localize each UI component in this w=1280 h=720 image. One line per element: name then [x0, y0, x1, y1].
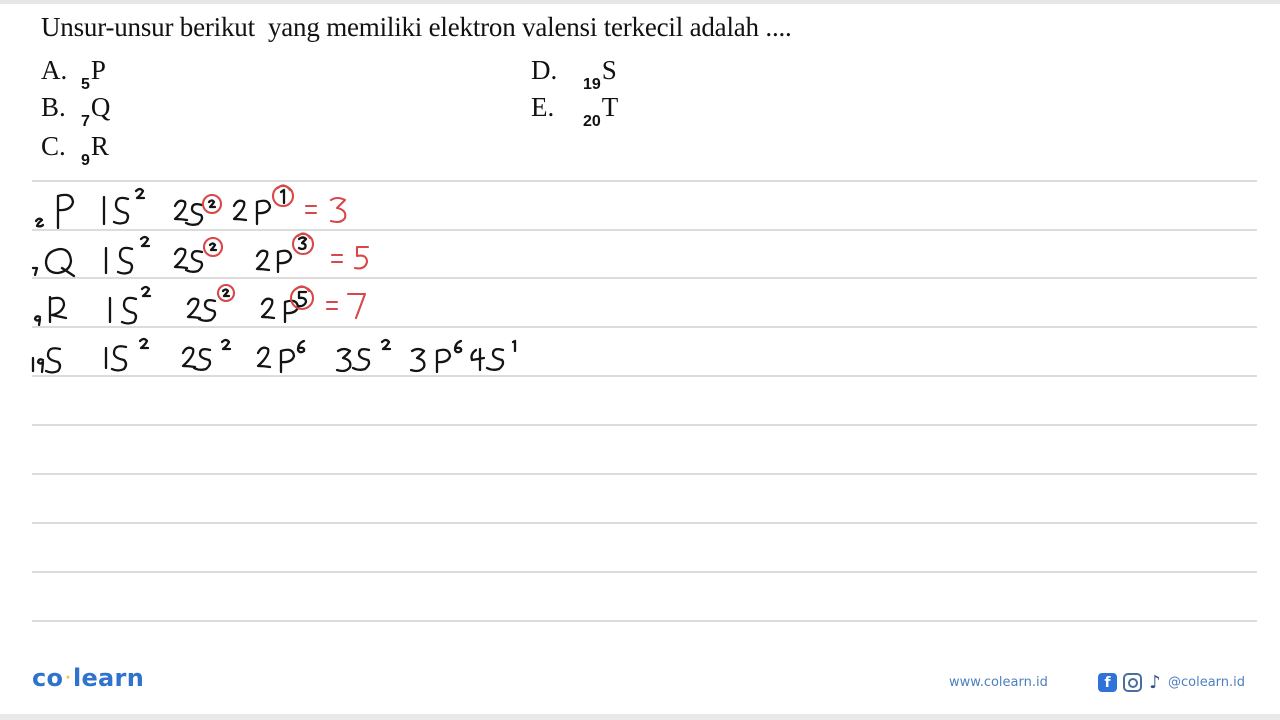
hw-result-7	[346, 292, 367, 320]
hw-sup-5	[296, 290, 308, 308]
hw-sup-2	[208, 242, 218, 252]
hw-sup-1	[511, 339, 517, 353]
logo-text-learn: learn	[72, 664, 145, 692]
hw-s	[120, 296, 138, 325]
hw-sup-2	[140, 285, 152, 298]
hw-sup-2	[220, 338, 232, 351]
hw-s	[184, 202, 204, 226]
hw-p	[255, 199, 272, 226]
hw-sup-2	[221, 288, 231, 298]
hw-2	[260, 297, 276, 320]
hw-letter-P	[56, 193, 75, 230]
hw-p	[279, 348, 296, 374]
hw-subscript-7	[31, 266, 39, 277]
hw-4	[470, 347, 486, 372]
hw-sup-2	[207, 199, 217, 209]
hw-p	[435, 348, 452, 374]
hw-2	[256, 346, 272, 369]
hw-p	[276, 249, 293, 274]
social-links: f ♪ @colearn.id	[1098, 672, 1245, 693]
instagram-icon[interactable]	[1123, 673, 1142, 692]
hw-s	[485, 347, 505, 371]
hw-sup-2	[139, 235, 151, 248]
hw-sup-6	[296, 339, 306, 354]
handwritten-row-s	[31, 337, 517, 374]
hw-subscript-5	[34, 217, 45, 228]
hw-2	[173, 247, 189, 270]
hw-equals	[325, 300, 339, 311]
facebook-icon[interactable]: f	[1098, 673, 1117, 692]
hw-s	[192, 347, 212, 371]
hw-3	[409, 347, 426, 373]
hw-s	[351, 347, 371, 371]
hw-2	[181, 346, 197, 369]
tiktok-icon[interactable]: ♪	[1148, 672, 1162, 693]
hw-letter-S	[44, 347, 62, 374]
logo-text-co: co	[32, 664, 64, 692]
hw-s	[116, 246, 134, 275]
hw-letter-Q	[44, 247, 76, 278]
hw-2	[255, 249, 271, 272]
hw-equals	[330, 253, 344, 264]
handwritten-row-p	[34, 184, 347, 230]
hw-2	[232, 199, 248, 222]
handwritten-row-r	[33, 283, 367, 327]
hw-2	[186, 297, 202, 320]
hw-3	[335, 347, 352, 373]
hw-s	[112, 196, 130, 225]
bottom-border	[0, 714, 1280, 720]
hw-subscript-9	[33, 315, 42, 327]
hw-sup-2	[134, 187, 146, 200]
hw-result-3	[329, 196, 347, 224]
handwritten-row-q	[31, 232, 370, 278]
hw-sup-3	[297, 236, 308, 251]
hw-s	[110, 345, 128, 372]
website-link[interactable]: www.colearn.id	[949, 675, 1048, 690]
social-handle[interactable]: @colearn.id	[1168, 675, 1245, 690]
hw-s	[184, 249, 204, 273]
hw-equals	[304, 204, 318, 215]
hw-sup-2	[380, 338, 392, 351]
hw-result-5	[353, 245, 370, 270]
handwriting-canvas	[31, 184, 517, 374]
hw-letter-R	[48, 295, 68, 324]
colearn-logo[interactable]: co ·learn	[32, 664, 144, 692]
hw-2	[173, 199, 189, 222]
hw-sup-2	[138, 337, 150, 350]
hw-subscript-9	[36, 358, 45, 374]
logo-dot: ·	[65, 670, 71, 686]
hw-sup-6	[453, 339, 463, 354]
hw-p	[283, 299, 300, 324]
hw-sup-1	[279, 188, 286, 205]
hw-s	[197, 298, 217, 322]
